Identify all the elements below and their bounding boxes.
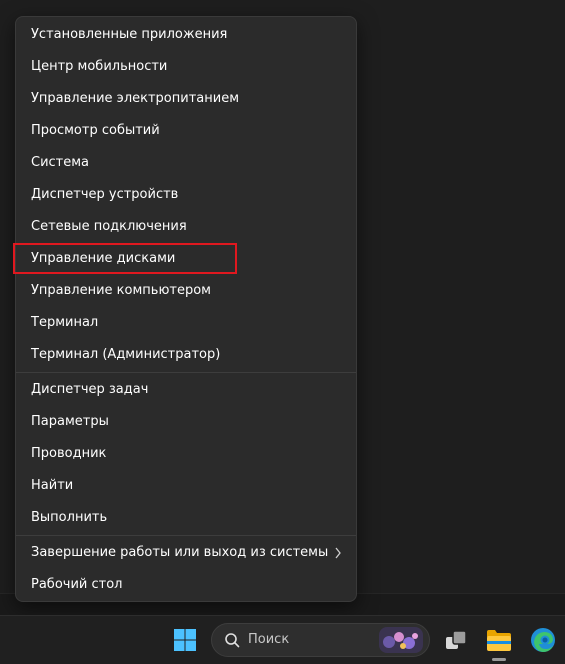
file-explorer-button[interactable] bbox=[484, 626, 514, 654]
menu-item-run[interactable]: Выполнить bbox=[16, 502, 356, 534]
file-explorer-icon bbox=[487, 630, 511, 651]
menu-item-label: Параметры bbox=[31, 414, 109, 429]
task-view-button[interactable] bbox=[443, 627, 469, 653]
chevron-right-icon bbox=[334, 537, 342, 569]
menu-item-task-manager[interactable]: Диспетчер задач bbox=[16, 374, 356, 406]
running-indicator bbox=[492, 658, 506, 661]
menu-item-network-connections[interactable]: Сетевые подключения bbox=[16, 211, 356, 243]
menu-item-search[interactable]: Найти bbox=[16, 470, 356, 502]
menu-item-disk-management[interactable]: Управление дисками bbox=[16, 243, 356, 275]
start-button[interactable] bbox=[173, 628, 197, 652]
menu-item-label: Проводник bbox=[31, 446, 107, 461]
menu-item-label: Управление дисками bbox=[31, 251, 176, 266]
menu-item-shutdown-signout[interactable]: Завершение работы или выход из системы bbox=[16, 537, 356, 569]
edge-browser-button[interactable] bbox=[528, 625, 558, 655]
menu-item-computer-management[interactable]: Управление компьютером bbox=[16, 275, 356, 307]
menu-item-device-manager[interactable]: Диспетчер устройств bbox=[16, 179, 356, 211]
menu-item-event-viewer[interactable]: Просмотр событий bbox=[16, 115, 356, 147]
menu-item-label: Сетевые подключения bbox=[31, 219, 187, 234]
menu-separator bbox=[16, 535, 356, 536]
menu-item-file-explorer[interactable]: Проводник bbox=[16, 438, 356, 470]
edge-browser-icon bbox=[531, 628, 555, 652]
menu-item-mobility-center[interactable]: Центр мобильности bbox=[16, 51, 356, 83]
menu-item-terminal-admin[interactable]: Терминал (Администратор) bbox=[16, 339, 356, 371]
menu-item-label: Рабочий стол bbox=[31, 577, 123, 592]
menu-item-label: Найти bbox=[31, 478, 74, 493]
menu-item-label: Система bbox=[31, 155, 90, 170]
taskbar-search-box[interactable]: Поиск bbox=[211, 623, 430, 657]
menu-item-label: Терминал bbox=[31, 315, 99, 330]
menu-item-desktop[interactable]: Рабочий стол bbox=[16, 569, 356, 601]
search-placeholder: Поиск bbox=[248, 632, 290, 647]
menu-item-label: Терминал (Администратор) bbox=[31, 347, 221, 362]
menu-item-label: Выполнить bbox=[31, 510, 108, 525]
windows-start-icon bbox=[174, 629, 196, 651]
menu-item-label: Диспетчер задач bbox=[31, 382, 149, 397]
search-icon bbox=[225, 633, 240, 648]
menu-item-label: Управление электропитанием bbox=[31, 91, 239, 106]
menu-separator bbox=[16, 372, 356, 373]
taskbar: Поиск bbox=[0, 615, 565, 664]
menu-item-installed-apps[interactable]: Установленные приложения bbox=[16, 19, 356, 51]
menu-item-label: Центр мобильности bbox=[31, 59, 168, 74]
search-highlight-icon[interactable] bbox=[379, 627, 423, 653]
menu-item-label: Управление компьютером bbox=[31, 283, 211, 298]
menu-item-label: Установленные приложения bbox=[31, 27, 228, 42]
menu-item-label: Завершение работы или выход из системы bbox=[31, 545, 329, 560]
menu-item-terminal[interactable]: Терминал bbox=[16, 307, 356, 339]
menu-item-label: Просмотр событий bbox=[31, 123, 160, 138]
menu-item-label: Диспетчер устройств bbox=[31, 187, 179, 202]
quick-link-menu: Установленные приложения Центр мобильнос… bbox=[15, 16, 357, 602]
menu-item-system[interactable]: Система bbox=[16, 147, 356, 179]
menu-item-power-options[interactable]: Управление электропитанием bbox=[16, 83, 356, 115]
menu-item-settings[interactable]: Параметры bbox=[16, 406, 356, 438]
task-view-icon bbox=[446, 630, 467, 649]
desktop: Установленные приложения Центр мобильнос… bbox=[0, 0, 565, 664]
